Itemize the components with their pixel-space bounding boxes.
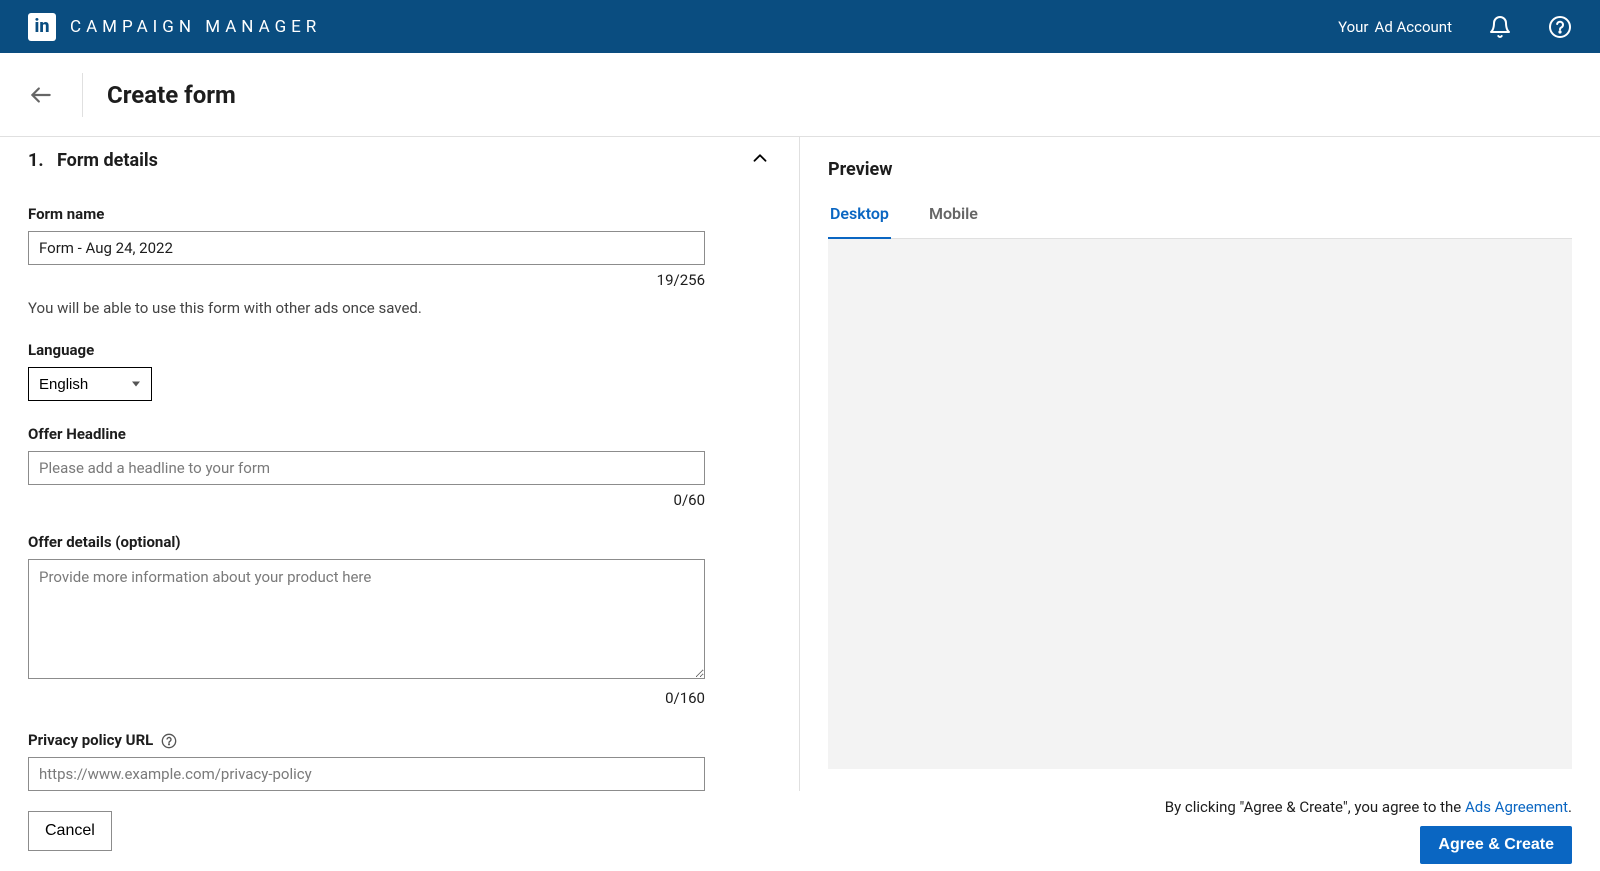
offer-headline-counter: 0/60 [28,491,705,509]
language-select[interactable]: English [28,367,152,401]
section-header-form-details: 1. Form details [28,147,771,181]
footer-right: By clicking "Agree & Create", you agree … [1165,798,1572,864]
form-name-input[interactable] [28,231,705,265]
offer-headline-label: Offer Headline [28,425,771,443]
account-prefix: Your [1338,18,1368,36]
field-form-name: Form name 19/256 You will be able to use… [28,205,771,317]
preview-title: Preview [828,159,1572,180]
privacy-url-input[interactable] [28,757,705,791]
main-content: 1. Form details Form name 19/256 You wil… [0,137,1600,791]
form-pane: 1. Form details Form name 19/256 You wil… [0,137,800,791]
chevron-up-icon [749,147,771,169]
topbar: in CAMPAIGN MANAGER Your Ad Account [0,0,1600,53]
back-button[interactable] [28,73,83,117]
agreement-text: By clicking "Agree & Create", you agree … [1165,798,1572,816]
help-button[interactable] [1548,15,1572,39]
footer: Cancel By clicking "Agree & Create", you… [0,791,1600,871]
page-title: Create form [107,81,236,109]
privacy-url-label-text: Privacy policy URL [28,731,153,749]
bell-icon [1488,15,1512,39]
privacy-url-label: Privacy policy URL [28,731,771,749]
help-icon [1548,15,1572,39]
language-label: Language [28,341,771,359]
language-select-wrap: English [28,367,152,401]
account-link-text: Ad Account [1375,18,1452,36]
tab-mobile[interactable]: Mobile [927,204,980,238]
field-offer-details: Offer details (optional) 0/160 [28,533,771,707]
section-title: 1. Form details [28,150,158,171]
ad-account-link[interactable]: Your Ad Account [1338,18,1452,36]
tab-desktop[interactable]: Desktop [828,204,891,239]
arrow-left-icon [28,82,54,108]
form-name-helper: You will be able to use this form with o… [28,299,705,317]
section-name: Form details [57,150,158,171]
section-index: 1. [28,150,44,171]
topbar-right: Your Ad Account [1338,15,1572,39]
privacy-help-button[interactable] [161,733,177,749]
subheader: Create form [0,53,1600,137]
preview-pane: Preview Desktop Mobile [800,137,1600,791]
offer-details-textarea[interactable] [28,559,705,679]
preview-canvas [828,239,1572,769]
agreement-prefix: By clicking "Agree & Create", you agree … [1165,798,1465,816]
linkedin-logo: in [28,13,56,41]
field-offer-headline: Offer Headline 0/60 [28,425,771,509]
field-privacy-url: Privacy policy URL 0/2,000 [28,731,771,791]
ads-agreement-link[interactable]: Ads Agreement [1465,798,1568,816]
cancel-button[interactable]: Cancel [28,811,112,851]
offer-headline-input[interactable] [28,451,705,485]
agreement-suffix: . [1568,798,1572,816]
topbar-left: in CAMPAIGN MANAGER [28,13,321,41]
field-language: Language English [28,341,771,401]
notifications-button[interactable] [1488,15,1512,39]
offer-details-label: Offer details (optional) [28,533,771,551]
form-name-label: Form name [28,205,771,223]
agree-create-button[interactable]: Agree & Create [1420,826,1572,864]
form-name-counter: 19/256 [28,271,705,289]
collapse-section-button[interactable] [749,147,771,173]
help-circle-icon [161,733,177,749]
preview-tabbar: Desktop Mobile [828,204,1572,239]
brand-title: CAMPAIGN MANAGER [70,17,321,37]
offer-details-counter: 0/160 [28,689,705,707]
